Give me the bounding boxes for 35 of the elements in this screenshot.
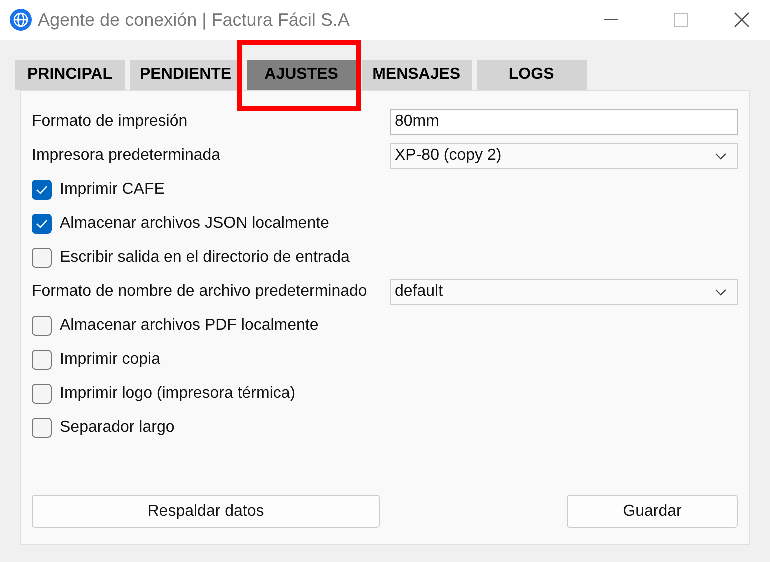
save-button[interactable]: Guardar [567,495,738,528]
dropdown[interactable]: default [390,279,738,305]
tab[interactable]: AJUSTES [246,60,357,90]
checkmark-icon [36,185,48,195]
checkbox-label: Imprimir copia [60,350,160,370]
checkbox-label: Imprimir CAFE [60,180,165,200]
checkbox[interactable] [32,418,52,438]
tab[interactable]: LOGS [476,60,587,90]
dropdown[interactable]: XP-80 (copy 2) [390,143,738,169]
window-title: Agente de conexión | Factura Fácil S.A [38,8,350,32]
checkbox-label: Imprimir logo (impresora térmica) [60,384,296,404]
checkbox[interactable] [32,384,52,404]
setting-label: Formato de impresión [32,112,189,132]
globe-icon [10,9,32,31]
checkbox[interactable] [32,316,52,336]
backup-button[interactable]: Respaldar datos [32,495,380,528]
checkbox[interactable] [32,214,52,234]
chevron-down-icon [715,152,727,160]
maximize-icon [674,13,688,27]
checkmark-icon [36,219,48,229]
checkbox[interactable] [32,248,52,268]
checkbox[interactable] [32,180,52,200]
setting-label: Formato de nombre de archivo predeterminado [32,282,368,302]
setting-label: Impresora predeterminada [32,146,222,166]
checkbox-label: Almacenar archivos PDF localmente [60,316,319,336]
input-field[interactable]: 80mm [390,109,738,135]
checkbox-label: Almacenar archivos JSON localmente [60,214,330,234]
checkbox-label: Separador largo [60,418,175,438]
tab[interactable]: PRINCIPAL [15,60,125,90]
close-icon [734,12,750,28]
checkbox[interactable] [32,350,52,370]
checkbox-label: Escribir salida en el directorio de entrada [60,248,350,268]
chevron-down-icon [715,288,727,296]
tab[interactable]: MENSAJES [362,60,472,90]
minimize-icon [604,19,618,21]
